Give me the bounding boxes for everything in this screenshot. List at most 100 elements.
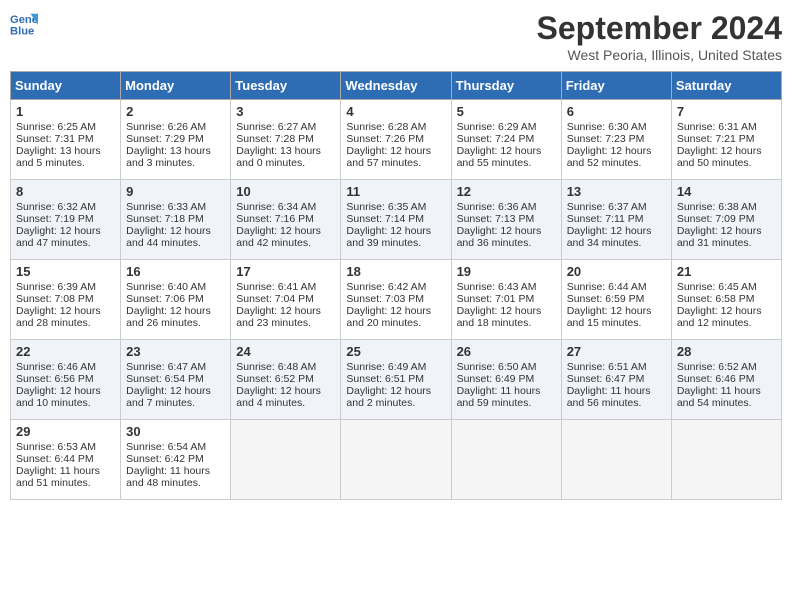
day-number: 12 xyxy=(457,184,556,199)
page-header: General Blue September 2024 West Peoria,… xyxy=(10,10,782,63)
calendar-table: SundayMondayTuesdayWednesdayThursdayFrid… xyxy=(10,71,782,500)
sunrise: Sunrise: 6:33 AM xyxy=(126,201,206,213)
day-number: 29 xyxy=(16,424,115,439)
daylight: Daylight: 13 hours and 0 minutes. xyxy=(236,145,321,169)
calendar-cell: 13Sunrise: 6:37 AMSunset: 7:11 PMDayligh… xyxy=(561,180,671,260)
daylight: Daylight: 12 hours and 4 minutes. xyxy=(236,385,321,409)
day-number: 22 xyxy=(16,344,115,359)
calendar-week-3: 15Sunrise: 6:39 AMSunset: 7:08 PMDayligh… xyxy=(11,260,782,340)
sunrise: Sunrise: 6:49 AM xyxy=(346,361,426,373)
calendar-cell: 15Sunrise: 6:39 AMSunset: 7:08 PMDayligh… xyxy=(11,260,121,340)
daylight: Daylight: 11 hours and 48 minutes. xyxy=(126,465,210,489)
location: West Peoria, Illinois, United States xyxy=(537,47,782,63)
daylight: Daylight: 12 hours and 20 minutes. xyxy=(346,305,431,329)
calendar-cell: 17Sunrise: 6:41 AMSunset: 7:04 PMDayligh… xyxy=(231,260,341,340)
sunset: Sunset: 7:16 PM xyxy=(236,213,314,225)
day-number: 25 xyxy=(346,344,445,359)
daylight: Daylight: 12 hours and 18 minutes. xyxy=(457,305,542,329)
month-title: September 2024 xyxy=(537,10,782,47)
day-number: 6 xyxy=(567,104,666,119)
day-number: 28 xyxy=(677,344,776,359)
sunset: Sunset: 7:14 PM xyxy=(346,213,424,225)
sunset: Sunset: 7:11 PM xyxy=(567,213,644,225)
calendar-cell: 16Sunrise: 6:40 AMSunset: 7:06 PMDayligh… xyxy=(121,260,231,340)
calendar-cell: 27Sunrise: 6:51 AMSunset: 6:47 PMDayligh… xyxy=(561,340,671,420)
sunrise: Sunrise: 6:53 AM xyxy=(16,441,96,453)
sunrise: Sunrise: 6:45 AM xyxy=(677,281,757,293)
sunset: Sunset: 6:46 PM xyxy=(677,373,755,385)
sunset: Sunset: 7:18 PM xyxy=(126,213,204,225)
day-number: 26 xyxy=(457,344,556,359)
day-number: 9 xyxy=(126,184,225,199)
sunset: Sunset: 7:09 PM xyxy=(677,213,755,225)
sunrise: Sunrise: 6:31 AM xyxy=(677,121,757,133)
day-number: 21 xyxy=(677,264,776,279)
sunset: Sunset: 6:58 PM xyxy=(677,293,755,305)
calendar-cell: 6Sunrise: 6:30 AMSunset: 7:23 PMDaylight… xyxy=(561,100,671,180)
sunrise: Sunrise: 6:42 AM xyxy=(346,281,426,293)
calendar-cell: 20Sunrise: 6:44 AMSunset: 6:59 PMDayligh… xyxy=(561,260,671,340)
sunrise: Sunrise: 6:26 AM xyxy=(126,121,206,133)
daylight: Daylight: 11 hours and 59 minutes. xyxy=(457,385,541,409)
sunset: Sunset: 7:04 PM xyxy=(236,293,314,305)
daylight: Daylight: 12 hours and 42 minutes. xyxy=(236,225,321,249)
svg-text:Blue: Blue xyxy=(10,25,34,37)
day-number: 1 xyxy=(16,104,115,119)
day-number: 3 xyxy=(236,104,335,119)
sunset: Sunset: 7:06 PM xyxy=(126,293,204,305)
header-thursday: Thursday xyxy=(451,72,561,100)
calendar-cell: 4Sunrise: 6:28 AMSunset: 7:26 PMDaylight… xyxy=(341,100,451,180)
calendar-week-1: 1Sunrise: 6:25 AMSunset: 7:31 PMDaylight… xyxy=(11,100,782,180)
day-number: 15 xyxy=(16,264,115,279)
calendar-cell: 26Sunrise: 6:50 AMSunset: 6:49 PMDayligh… xyxy=(451,340,561,420)
sunrise: Sunrise: 6:48 AM xyxy=(236,361,316,373)
daylight: Daylight: 12 hours and 12 minutes. xyxy=(677,305,762,329)
daylight: Daylight: 12 hours and 31 minutes. xyxy=(677,225,762,249)
daylight: Daylight: 12 hours and 57 minutes. xyxy=(346,145,431,169)
daylight: Daylight: 12 hours and 52 minutes. xyxy=(567,145,652,169)
sunset: Sunset: 7:03 PM xyxy=(346,293,424,305)
day-number: 30 xyxy=(126,424,225,439)
sunset: Sunset: 6:44 PM xyxy=(16,453,94,465)
sunrise: Sunrise: 6:46 AM xyxy=(16,361,96,373)
sunset: Sunset: 7:21 PM xyxy=(677,133,755,145)
daylight: Daylight: 13 hours and 5 minutes. xyxy=(16,145,101,169)
calendar-cell: 23Sunrise: 6:47 AMSunset: 6:54 PMDayligh… xyxy=(121,340,231,420)
sunset: Sunset: 6:51 PM xyxy=(346,373,424,385)
header-wednesday: Wednesday xyxy=(341,72,451,100)
calendar-cell xyxy=(341,420,451,500)
daylight: Daylight: 12 hours and 28 minutes. xyxy=(16,305,101,329)
sunset: Sunset: 6:49 PM xyxy=(457,373,535,385)
calendar-cell: 3Sunrise: 6:27 AMSunset: 7:28 PMDaylight… xyxy=(231,100,341,180)
sunset: Sunset: 7:28 PM xyxy=(236,133,314,145)
sunrise: Sunrise: 6:40 AM xyxy=(126,281,206,293)
sunrise: Sunrise: 6:37 AM xyxy=(567,201,647,213)
daylight: Daylight: 12 hours and 55 minutes. xyxy=(457,145,542,169)
calendar-cell: 9Sunrise: 6:33 AMSunset: 7:18 PMDaylight… xyxy=(121,180,231,260)
calendar-cell: 30Sunrise: 6:54 AMSunset: 6:42 PMDayligh… xyxy=(121,420,231,500)
daylight: Daylight: 12 hours and 15 minutes. xyxy=(567,305,652,329)
day-number: 5 xyxy=(457,104,556,119)
sunrise: Sunrise: 6:43 AM xyxy=(457,281,537,293)
day-number: 7 xyxy=(677,104,776,119)
sunset: Sunset: 7:29 PM xyxy=(126,133,204,145)
sunrise: Sunrise: 6:39 AM xyxy=(16,281,96,293)
sunset: Sunset: 7:19 PM xyxy=(16,213,94,225)
daylight: Daylight: 11 hours and 54 minutes. xyxy=(677,385,761,409)
header-row: SundayMondayTuesdayWednesdayThursdayFrid… xyxy=(11,72,782,100)
daylight: Daylight: 11 hours and 56 minutes. xyxy=(567,385,651,409)
sunset: Sunset: 6:42 PM xyxy=(126,453,204,465)
calendar-week-5: 29 Sunrise: 6:53 AMSunset: 6:44 PM Dayligh… xyxy=(11,420,782,500)
day-number: 10 xyxy=(236,184,335,199)
sunset: Sunset: 7:13 PM xyxy=(457,213,535,225)
logo-icon: General Blue xyxy=(10,10,38,38)
calendar-cell: 10Sunrise: 6:34 AMSunset: 7:16 PMDayligh… xyxy=(231,180,341,260)
sunrise: Sunrise: 6:52 AM xyxy=(677,361,757,373)
daylight: Daylight: 12 hours and 47 minutes. xyxy=(16,225,101,249)
daylight: Daylight: 12 hours and 34 minutes. xyxy=(567,225,652,249)
sunrise: Sunrise: 6:25 AM xyxy=(16,121,96,133)
header-tuesday: Tuesday xyxy=(231,72,341,100)
sunrise: Sunrise: 6:29 AM xyxy=(457,121,537,133)
day-number: 18 xyxy=(346,264,445,279)
sunrise: Sunrise: 6:32 AM xyxy=(16,201,96,213)
